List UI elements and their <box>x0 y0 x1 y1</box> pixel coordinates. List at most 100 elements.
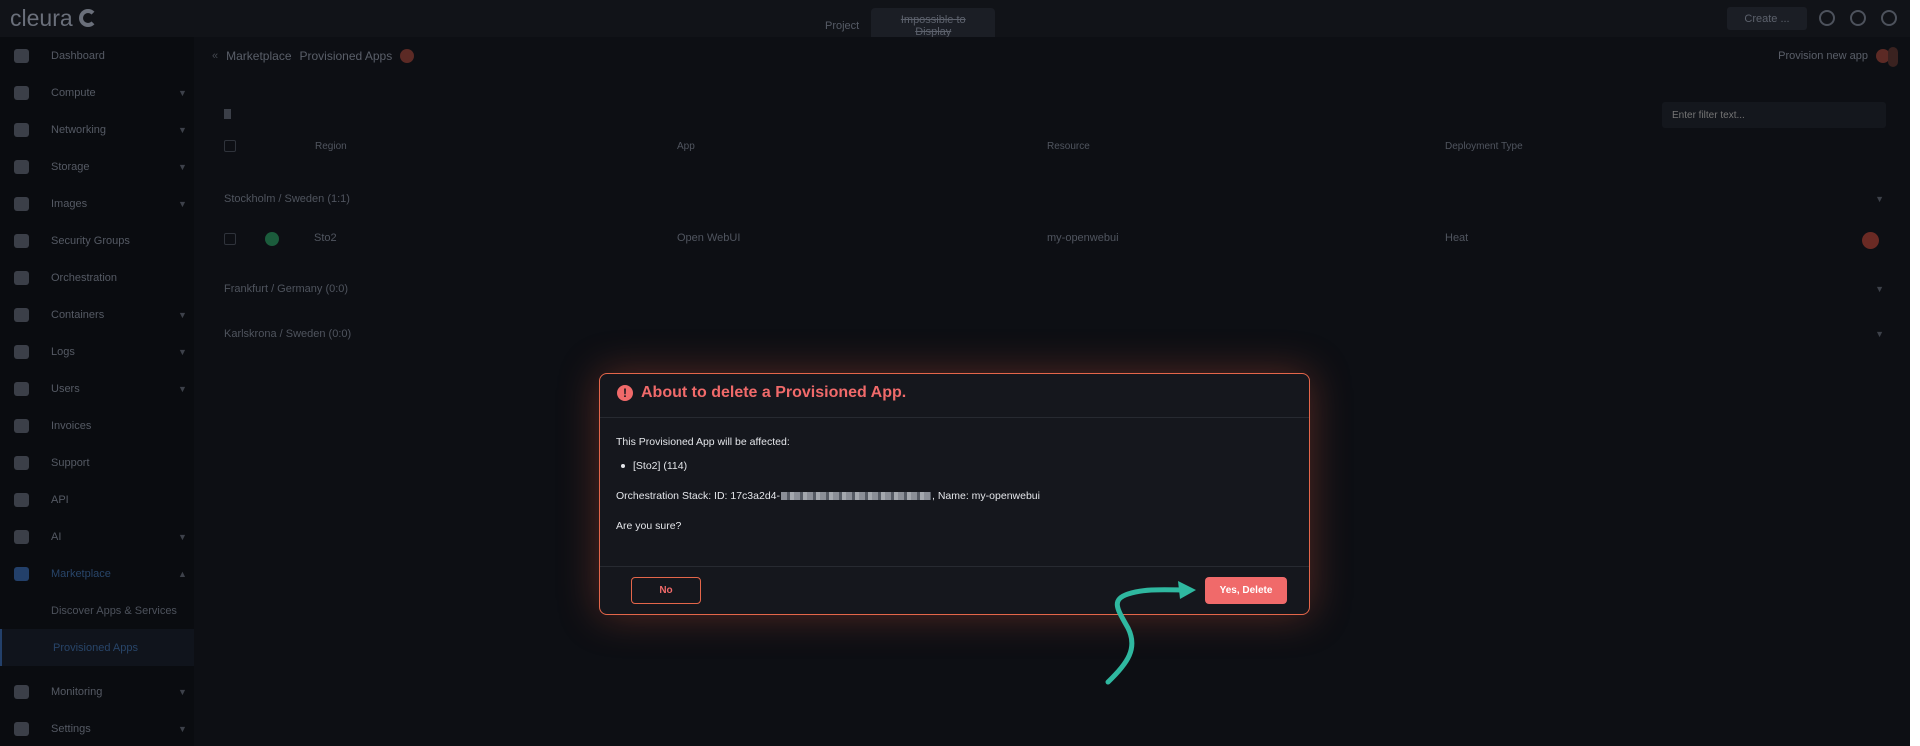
select-all-checkbox[interactable] <box>224 140 236 152</box>
group-label: Stockholm / Sweden (1:1) <box>224 193 350 205</box>
gear-icon <box>14 721 29 736</box>
sidebar-item-support[interactable]: Support <box>0 444 194 481</box>
chevron-down-icon: ▼ <box>178 686 187 697</box>
affected-item: [Sto2] (114) <box>621 460 687 472</box>
stack-name: , Name: my-openwebui <box>932 490 1040 502</box>
sidebar-item-label: API <box>51 493 69 506</box>
create-button[interactable]: Create ... <box>1727 7 1807 30</box>
table-row[interactable]: Sto2 Open WebUI my-openwebui Heat <box>194 227 1910 251</box>
help-icon[interactable] <box>1819 10 1835 26</box>
containers-icon <box>14 307 29 322</box>
column-header-app[interactable]: App <box>677 141 695 152</box>
sidebar-item-label: Images <box>51 197 88 210</box>
logo-mark-icon <box>78 9 97 27</box>
database-icon <box>14 159 29 174</box>
sidebar-item-containers[interactable]: Containers ▼ <box>0 296 194 333</box>
sidebar-item-monitoring[interactable]: Monitoring ▼ <box>0 673 194 710</box>
breadcrumb-marketplace[interactable]: Marketplace <box>226 49 291 63</box>
chevron-down-icon: ▼ <box>178 124 187 135</box>
network-icon <box>14 122 29 137</box>
line-chart-icon <box>14 684 29 699</box>
sidebar-item-label: Settings <box>51 722 91 735</box>
lifebuoy-icon <box>14 455 29 470</box>
column-header-deployment-type[interactable]: Deployment Type <box>1445 141 1523 152</box>
orchestration-icon <box>14 270 29 285</box>
sidebar-collapse-icon[interactable]: « <box>212 50 218 62</box>
sidebar-item-users[interactable]: Users ▼ <box>0 370 194 407</box>
project-label: Project <box>825 20 860 32</box>
logo-text: cleura <box>10 4 73 31</box>
row-actions-icon[interactable] <box>1862 232 1879 249</box>
sidebar-item-ai[interactable]: AI ▼ <box>0 518 194 555</box>
sidebar-item-label: Marketplace <box>51 567 111 580</box>
top-bar: cleura Project Impossible to Display Cre… <box>0 0 1910 44</box>
affected-item-label: [Sto2] (114) <box>633 460 688 472</box>
dialog-divider <box>600 566 1309 567</box>
sidebar-item-marketplace[interactable]: Marketplace ▲ <box>0 555 194 592</box>
stack-id-prefix: Orchestration Stack: ID: 17c3a2d4- <box>616 490 780 502</box>
scrollbar-thumb[interactable] <box>1888 47 1898 67</box>
dialog-header: ! About to delete a Provisioned App. <box>600 374 1309 418</box>
plug-icon <box>14 492 29 507</box>
calculator-icon <box>14 418 29 433</box>
logo[interactable]: cleura <box>10 4 97 32</box>
sidebar-item-settings[interactable]: Settings ▼ <box>0 710 194 746</box>
bullet-icon <box>621 464 625 468</box>
sidebar-item-images[interactable]: Images ▼ <box>0 185 194 222</box>
help-icon[interactable] <box>400 49 415 63</box>
row-checkbox[interactable] <box>224 233 236 245</box>
chevron-down-icon: ▼ <box>178 383 187 394</box>
sidebar-item-dashboard[interactable]: Dashboard <box>0 37 194 74</box>
group-row-karlskrona[interactable]: Karlskrona / Sweden (0:0) ▼ <box>224 324 1884 344</box>
sidebar-item-logs[interactable]: Logs ▼ <box>0 333 194 370</box>
table-header: Region App Resource Deployment Type <box>194 140 1910 161</box>
server-icon <box>14 85 29 100</box>
column-header-resource[interactable]: Resource <box>1047 141 1090 152</box>
user-icon <box>14 381 29 396</box>
breadcrumb-provisioned-apps: Provisioned Apps <box>299 49 393 63</box>
sidebar-item-label: Orchestration <box>51 271 118 284</box>
sidebar-item-label: AI <box>51 530 62 543</box>
sidebar-item-label: Security Groups <box>51 234 130 247</box>
camera-icon <box>14 196 29 211</box>
cell-deployment-type: Heat <box>1445 232 1469 244</box>
sidebar-item-label: Dashboard <box>51 49 105 62</box>
sidebar-subitem-provisioned-apps[interactable]: Provisioned Apps <box>0 629 194 666</box>
group-row-frankfurt[interactable]: Frankfurt / Germany (0:0) ▼ <box>224 279 1884 299</box>
group-label: Frankfurt / Germany (0:0) <box>224 283 349 295</box>
sidebar-item-compute[interactable]: Compute ▼ <box>0 74 194 111</box>
sidebar-item-api[interactable]: API <box>0 481 194 518</box>
sidebar-subitem-discover-apps[interactable]: Discover Apps & Services <box>0 592 194 629</box>
filter-input[interactable] <box>1662 102 1886 128</box>
group-label: Karlskrona / Sweden (0:0) <box>224 328 352 340</box>
chevron-down-icon: ▼ <box>178 198 187 209</box>
sidebar-item-storage[interactable]: Storage ▼ <box>0 148 194 185</box>
bar-chart-icon <box>14 48 29 63</box>
sidebar-item-label: Logs <box>51 345 75 358</box>
cart-icon <box>14 566 29 581</box>
status-ok-icon <box>265 232 279 246</box>
chevron-down-icon: ▼ <box>1875 329 1884 339</box>
settings-icon[interactable] <box>1850 10 1866 26</box>
chevron-down-icon: ▼ <box>178 531 187 542</box>
cell-resource[interactable]: my-openwebui <box>1047 232 1119 244</box>
column-header-region[interactable]: Region <box>315 141 347 152</box>
sidebar-item-orchestration[interactable]: Orchestration <box>0 259 194 296</box>
chevron-down-icon: ▼ <box>178 161 187 172</box>
sidebar-item-security-groups[interactable]: Security Groups <box>0 222 194 259</box>
chevron-down-icon: ▼ <box>1875 194 1884 204</box>
user-icon[interactable] <box>1881 10 1897 26</box>
sidebar-item-networking[interactable]: Networking ▼ <box>0 111 194 148</box>
sidebar-item-label: Containers <box>51 308 105 321</box>
group-row-stockholm[interactable]: Stockholm / Sweden (1:1) ▼ <box>224 189 1884 209</box>
sidebar-item-label: Support <box>51 456 90 469</box>
history-icon <box>14 344 29 359</box>
sidebar-item-invoices[interactable]: Invoices <box>0 407 194 444</box>
redacted-stack-id <box>781 492 931 501</box>
no-button[interactable]: No <box>631 577 701 604</box>
ai-icon <box>14 529 29 544</box>
yes-delete-button[interactable]: Yes, Delete <box>1205 577 1287 604</box>
provision-new-app-button[interactable]: Provision new app <box>1778 49 1890 63</box>
sidebar-item-label: Invoices <box>51 419 92 432</box>
column-toggle-icon[interactable] <box>224 109 231 119</box>
